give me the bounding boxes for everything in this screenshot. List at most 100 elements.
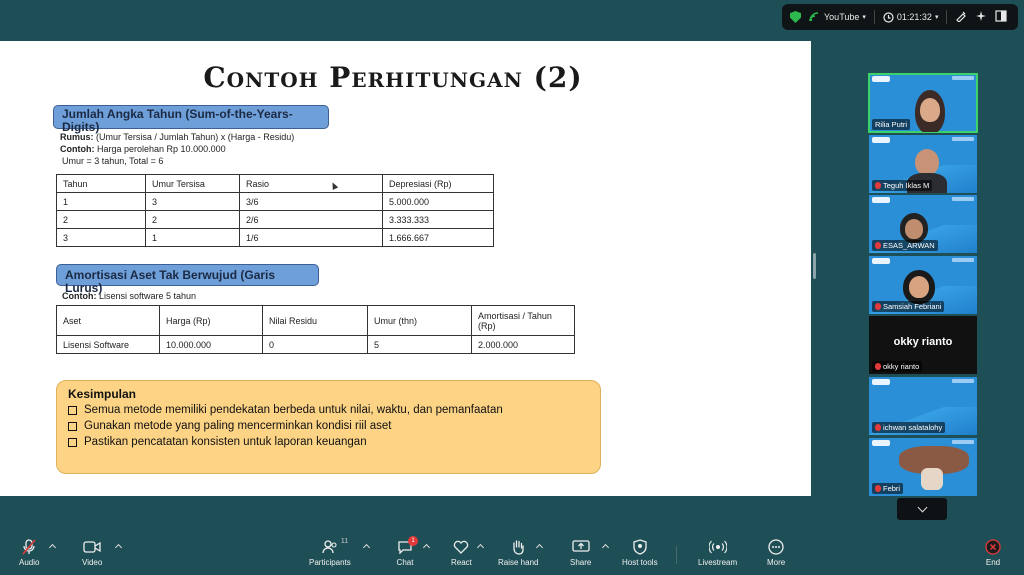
mic-muted-icon bbox=[875, 363, 881, 371]
checkbox-bullet-icon bbox=[68, 437, 77, 447]
video-label: Video bbox=[82, 558, 103, 567]
participant-tile[interactable]: Samsiah Febriani bbox=[869, 255, 977, 314]
audio-button[interactable]: Audio bbox=[19, 539, 39, 567]
table-header-cell: Amortisasi / Tahun (Rp) bbox=[471, 305, 575, 336]
org-logo bbox=[872, 76, 890, 82]
conclusion-item-text: Semua metode memiliki pendekatan berbeda… bbox=[84, 404, 503, 416]
livestream-button[interactable]: Livestream bbox=[698, 539, 737, 567]
table-row: 2 2 2/6 3.333.333 bbox=[56, 210, 494, 229]
table-header-cell: Umur Tersisa bbox=[145, 174, 240, 193]
sparkle-ai-icon[interactable] bbox=[975, 10, 987, 24]
formula-line: Rumus: (Umur Tersisa / Jumlah Tahun) x (… bbox=[60, 132, 294, 144]
livestream-label: Livestream bbox=[698, 558, 738, 567]
mic-muted-icon bbox=[875, 484, 881, 492]
example-label: Contoh: bbox=[62, 291, 97, 301]
table-cell: Lisensi Software bbox=[56, 335, 160, 354]
participant-face bbox=[915, 148, 939, 175]
video-button[interactable]: Video bbox=[82, 539, 102, 567]
amortization-table: Aset Harga (Rp) Nilai Residu Umur (thn) … bbox=[56, 305, 575, 354]
table-cell: 5.000.000 bbox=[382, 192, 494, 211]
video-options-caret-icon[interactable] bbox=[114, 543, 123, 552]
heart-icon bbox=[452, 539, 470, 555]
participant-video bbox=[921, 467, 943, 490]
participant-tile[interactable]: ESAS_ARWAN bbox=[869, 195, 977, 254]
host-tools-button[interactable]: Host tools bbox=[622, 539, 658, 567]
meeting-status-pill: YouTube ▾ 01:21:32 ▾ bbox=[782, 4, 1018, 30]
table-header-cell: Aset bbox=[56, 305, 160, 336]
audio-options-caret-icon[interactable] bbox=[48, 543, 57, 552]
raise-hand-button[interactable]: Raise hand bbox=[498, 539, 538, 567]
org-logo bbox=[872, 197, 890, 204]
participant-tile[interactable]: Febri bbox=[869, 437, 977, 496]
org-logo-text bbox=[952, 439, 974, 444]
table-cell: 2/6 bbox=[239, 210, 383, 229]
participants-count: 11 bbox=[340, 538, 349, 545]
table-cell: 1.666.667 bbox=[382, 228, 494, 247]
participant-tile[interactable]: okky rianto okky rianto bbox=[869, 316, 977, 375]
org-logo bbox=[872, 136, 890, 143]
chat-options-caret-icon[interactable] bbox=[422, 543, 431, 552]
org-logo bbox=[872, 439, 890, 446]
participant-gallery: Rilia Putri Teguh Iklas M ESAS_ARWAN Sam… bbox=[868, 73, 978, 498]
mic-muted-icon bbox=[875, 181, 881, 189]
table-cell: 1/6 bbox=[239, 228, 383, 247]
org-logo bbox=[872, 257, 890, 264]
livestream-status[interactable]: YouTube ▾ bbox=[809, 12, 866, 22]
participants-button[interactable]: 11 Participants bbox=[309, 538, 351, 567]
react-button[interactable]: React bbox=[451, 539, 472, 567]
participant-tile[interactable]: Rilia Putri bbox=[868, 73, 978, 133]
annotate-pen-icon[interactable] bbox=[955, 10, 967, 24]
participant-tile[interactable]: ichwan salatalohy bbox=[869, 376, 977, 435]
participant-name: ichwan salatalohy bbox=[883, 422, 943, 432]
timer-value: 01:21:32 bbox=[896, 12, 932, 22]
raise-hand-icon bbox=[509, 539, 527, 555]
participants-icon: 11 bbox=[321, 538, 348, 555]
example-line: Contoh: Harga perolehan Rp 10.000.000 bbox=[60, 144, 226, 156]
table-cell: 2.000.000 bbox=[471, 335, 575, 354]
host-tools-label: Host tools bbox=[622, 558, 658, 567]
participant-name: ESAS_ARWAN bbox=[883, 241, 935, 251]
conclusion-item: Pastikan pencatatan konsisten untuk lapo… bbox=[68, 434, 589, 450]
conclusion-item-text: Gunakan metode yang paling mencerminkan … bbox=[84, 420, 392, 432]
share-options-caret-icon[interactable] bbox=[601, 543, 610, 552]
table-cell: 2 bbox=[56, 210, 146, 229]
shield-icon bbox=[631, 539, 649, 555]
participant-name-label: ichwan salatalohy bbox=[872, 421, 946, 433]
example-text: Harga perolehan Rp 10.000.000 bbox=[97, 144, 226, 154]
chat-button[interactable]: 1 Chat bbox=[396, 536, 418, 567]
meeting-timer[interactable]: 01:21:32 ▾ bbox=[883, 11, 938, 23]
participants-options-caret-icon[interactable] bbox=[362, 543, 371, 552]
gallery-scroll-down-button[interactable] bbox=[897, 498, 947, 520]
conclusion-title: Kesimpulan bbox=[68, 387, 137, 401]
close-icon bbox=[984, 539, 1002, 555]
org-logo-text bbox=[952, 257, 974, 262]
lifetime-note: Umur = 3 tahun, Total = 6 bbox=[62, 156, 164, 166]
layout-view-icon[interactable] bbox=[995, 10, 1008, 24]
end-meeting-button[interactable]: End bbox=[984, 539, 1002, 567]
table-header-cell: Nilai Residu bbox=[262, 305, 368, 336]
participants-label: Participants bbox=[309, 558, 351, 567]
clock-icon bbox=[883, 11, 894, 23]
participant-name-label: Rilia Putri bbox=[872, 119, 911, 130]
table-row: 3 1 1/6 1.666.667 bbox=[56, 228, 494, 247]
chevron-down-icon bbox=[917, 502, 927, 512]
participant-name-label: Teguh Iklas M bbox=[872, 179, 933, 191]
react-options-caret-icon[interactable] bbox=[476, 543, 485, 552]
split-view-drag-handle[interactable] bbox=[813, 253, 816, 279]
more-button[interactable]: More bbox=[767, 539, 785, 567]
top-bar: YouTube ▾ 01:21:32 ▾ bbox=[0, 0, 1024, 40]
table-cell: 10.000.000 bbox=[159, 335, 263, 354]
share-button[interactable]: Share bbox=[570, 539, 591, 567]
divider bbox=[873, 10, 875, 24]
participant-face bbox=[909, 275, 929, 298]
table-header-cell: Depresiasi (Rp) bbox=[382, 174, 494, 193]
table-cell: 3 bbox=[145, 192, 240, 211]
end-label: End bbox=[985, 558, 1001, 567]
participant-tile[interactable]: Teguh Iklas M bbox=[869, 134, 977, 193]
chat-unread-badge: 1 bbox=[408, 536, 418, 546]
table-header-row: Aset Harga (Rp) Nilai Residu Umur (thn) … bbox=[56, 305, 575, 336]
participant-name: Samsiah Febriani bbox=[883, 301, 942, 311]
encryption-shield-icon[interactable] bbox=[790, 11, 801, 23]
example-label: Contoh: bbox=[60, 144, 95, 154]
conclusion-item: Semua metode memiliki pendekatan berbeda… bbox=[68, 402, 589, 418]
